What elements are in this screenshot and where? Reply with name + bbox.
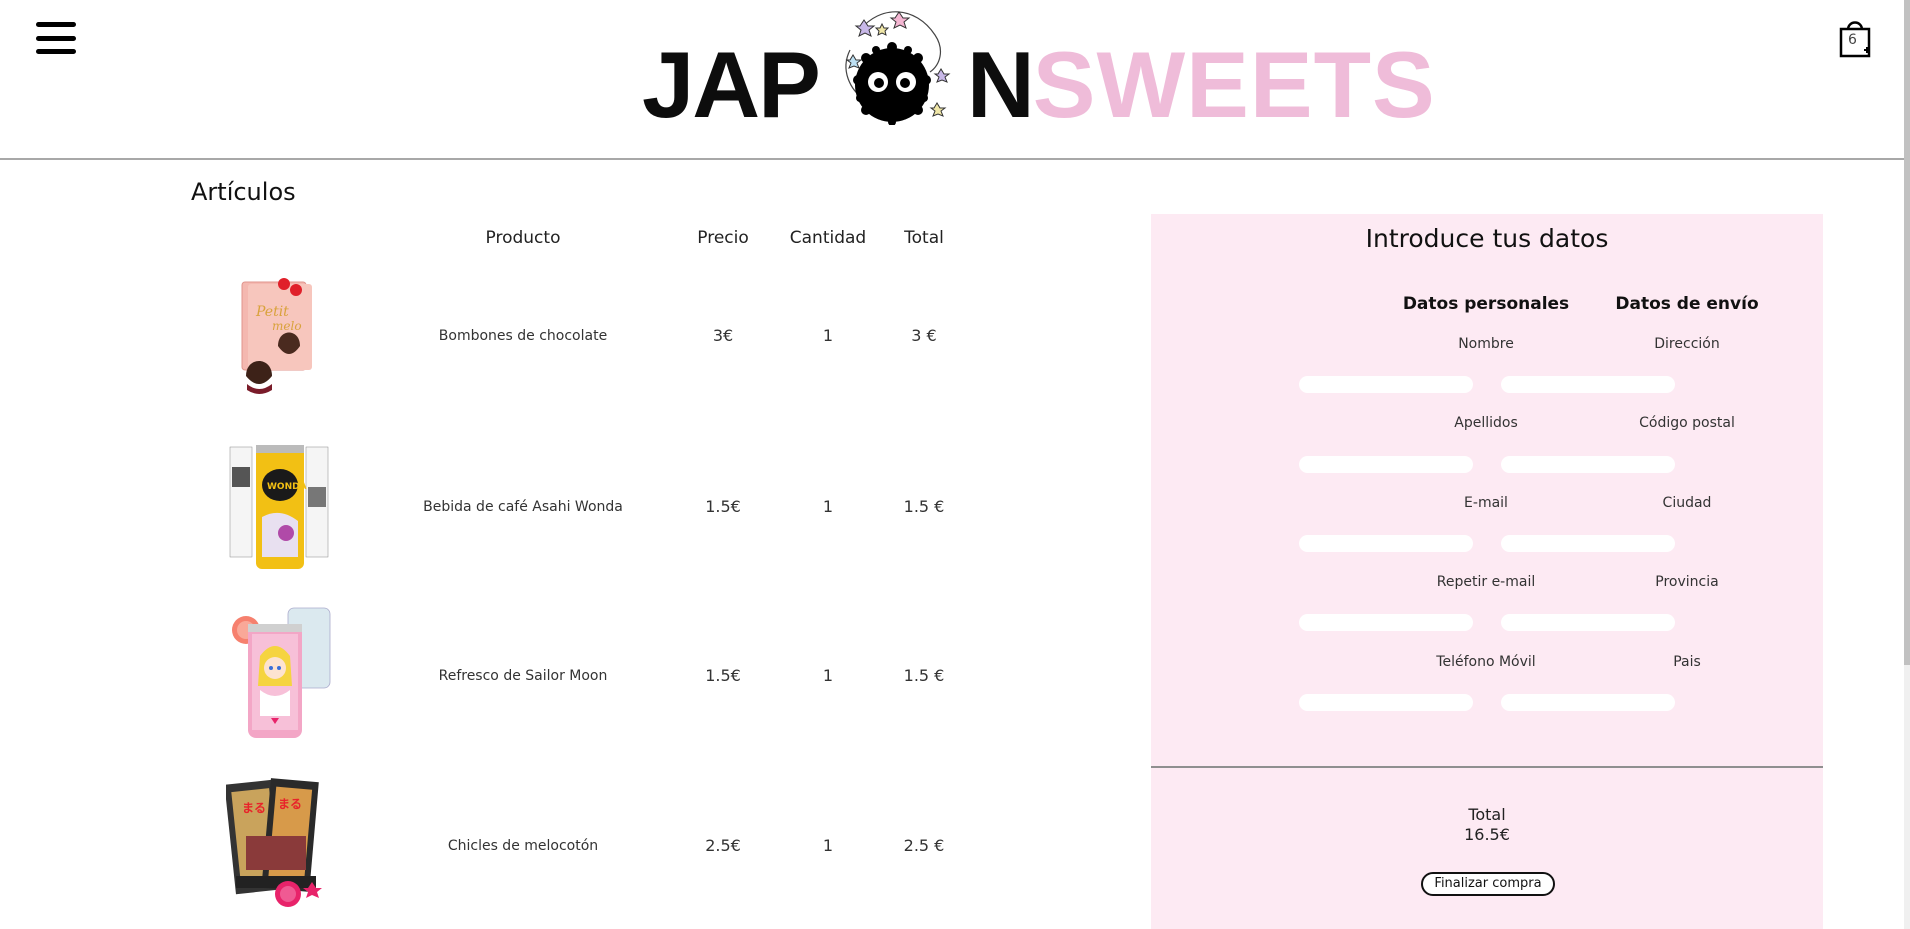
codigo-postal-field[interactable] <box>1501 456 1675 473</box>
soda-can-icon <box>232 607 331 738</box>
product-image-chicles[interactable]: まる まる <box>224 776 336 912</box>
apellidos-label: Apellidos <box>1454 415 1518 431</box>
soot-sprite-icon <box>845 11 951 125</box>
svg-text:Petit: Petit <box>255 304 289 320</box>
product-quantity: 1 <box>822 666 834 685</box>
svg-text:melo: melo <box>272 319 302 333</box>
apellidos-field[interactable] <box>1299 456 1473 473</box>
total-value: 16.5€ <box>1464 825 1510 844</box>
checkout-panel: Introduce tus datos Datos personales Dat… <box>1151 214 1823 929</box>
email-field[interactable] <box>1299 535 1473 552</box>
repeat-email-field[interactable] <box>1299 614 1473 631</box>
product-total: 1.5 € <box>903 497 945 516</box>
cart-count: 6 <box>1848 32 1857 48</box>
product-total: 3 € <box>911 326 937 345</box>
table-row: まる まる Chicles de melocotón 2.5€ 1 2.5 € <box>0 776 960 926</box>
product-quantity: 1 <box>822 836 834 855</box>
nombre-field[interactable] <box>1299 376 1473 393</box>
cart-icon[interactable]: 6 <box>1838 18 1872 58</box>
header: JAP NSWEETS 6 <box>0 0 1904 160</box>
col-producto: Producto <box>485 228 561 248</box>
gum-pack-icon: まる まる <box>224 778 322 907</box>
col-total: Total <box>904 228 944 248</box>
telefono-field[interactable] <box>1299 694 1473 711</box>
logo[interactable]: JAP NSWEETS <box>642 10 1435 132</box>
svg-text:WONDA: WONDA <box>267 482 307 492</box>
menu-icon[interactable] <box>36 22 76 54</box>
coffee-can-icon: WONDA <box>229 445 329 569</box>
table-row: Refresco de Sailor Moon 1.5€ 1 1.5 € <box>0 606 960 756</box>
direccion-field[interactable] <box>1501 376 1675 393</box>
product-price: 3€ <box>712 326 734 345</box>
logo-text-sweets: SWEETS <box>1032 32 1436 137</box>
chocolate-box-icon: Petit melo <box>241 278 312 394</box>
provincia-label: Provincia <box>1655 574 1719 590</box>
svg-text:まる: まる <box>278 797 302 811</box>
nombre-label: Nombre <box>1458 336 1514 352</box>
telefono-label: Teléfono Móvil <box>1436 654 1536 670</box>
product-quantity: 1 <box>822 497 834 516</box>
direccion-label: Dirección <box>1654 336 1720 352</box>
product-total: 2.5 € <box>903 836 945 855</box>
provincia-field[interactable] <box>1501 614 1675 631</box>
repeat-email-label: Repetir e-mail <box>1436 574 1536 590</box>
email-label: E-mail <box>1464 495 1508 511</box>
product-name: Refresco de Sailor Moon <box>438 668 608 684</box>
logo-text-n: N <box>966 32 1035 137</box>
product-name: Bebida de café Asahi Wonda <box>423 499 623 515</box>
product-name: Chicles de melocotón <box>447 838 599 854</box>
product-image-wonda[interactable]: WONDA <box>226 437 336 573</box>
pais-field[interactable] <box>1501 694 1675 711</box>
panel-divider <box>1151 766 1823 768</box>
product-price: 2.5€ <box>705 836 741 855</box>
product-name: Bombones de chocolate <box>438 328 608 344</box>
ciudad-field[interactable] <box>1501 535 1675 552</box>
product-image-bombones[interactable]: Petit melo <box>226 266 336 402</box>
ciudad-label: Ciudad <box>1662 495 1712 511</box>
table-row: WONDA Bebida de café Asahi Wonda 1.5€ 1 … <box>0 437 960 587</box>
product-total: 1.5 € <box>903 666 945 685</box>
table-row: Petit melo Bombones de chocolate 3€ 1 3 … <box>0 266 960 416</box>
product-quantity: 1 <box>822 326 834 345</box>
product-price: 1.5€ <box>705 497 741 516</box>
product-image-sailor-moon[interactable] <box>226 606 336 742</box>
personal-data-title: Datos personales <box>1402 294 1570 314</box>
menu-bar-3 <box>36 49 76 54</box>
col-cantidad: Cantidad <box>789 228 867 248</box>
menu-bar-2 <box>36 35 76 41</box>
form-title: Introduce tus datos <box>1365 224 1609 253</box>
total-label: Total <box>1468 805 1506 824</box>
scrollbar-thumb[interactable] <box>1904 0 1910 665</box>
menu-bar-1 <box>36 22 76 27</box>
logo-text: JAP NSWEETS <box>642 38 1436 132</box>
col-precio: Precio <box>697 228 749 248</box>
logo-text-jap: JAP <box>642 32 821 137</box>
svg-text:まる: まる <box>242 801 266 815</box>
codigo-postal-label: Código postal <box>1639 415 1735 431</box>
product-price: 1.5€ <box>705 666 741 685</box>
articles-title: Artículos <box>191 178 296 206</box>
scrollbar[interactable] <box>1904 0 1910 929</box>
shipping-data-title: Datos de envío <box>1615 294 1759 314</box>
finish-purchase-button[interactable]: Finalizar compra <box>1421 872 1555 896</box>
pais-label: Pais <box>1673 654 1701 670</box>
